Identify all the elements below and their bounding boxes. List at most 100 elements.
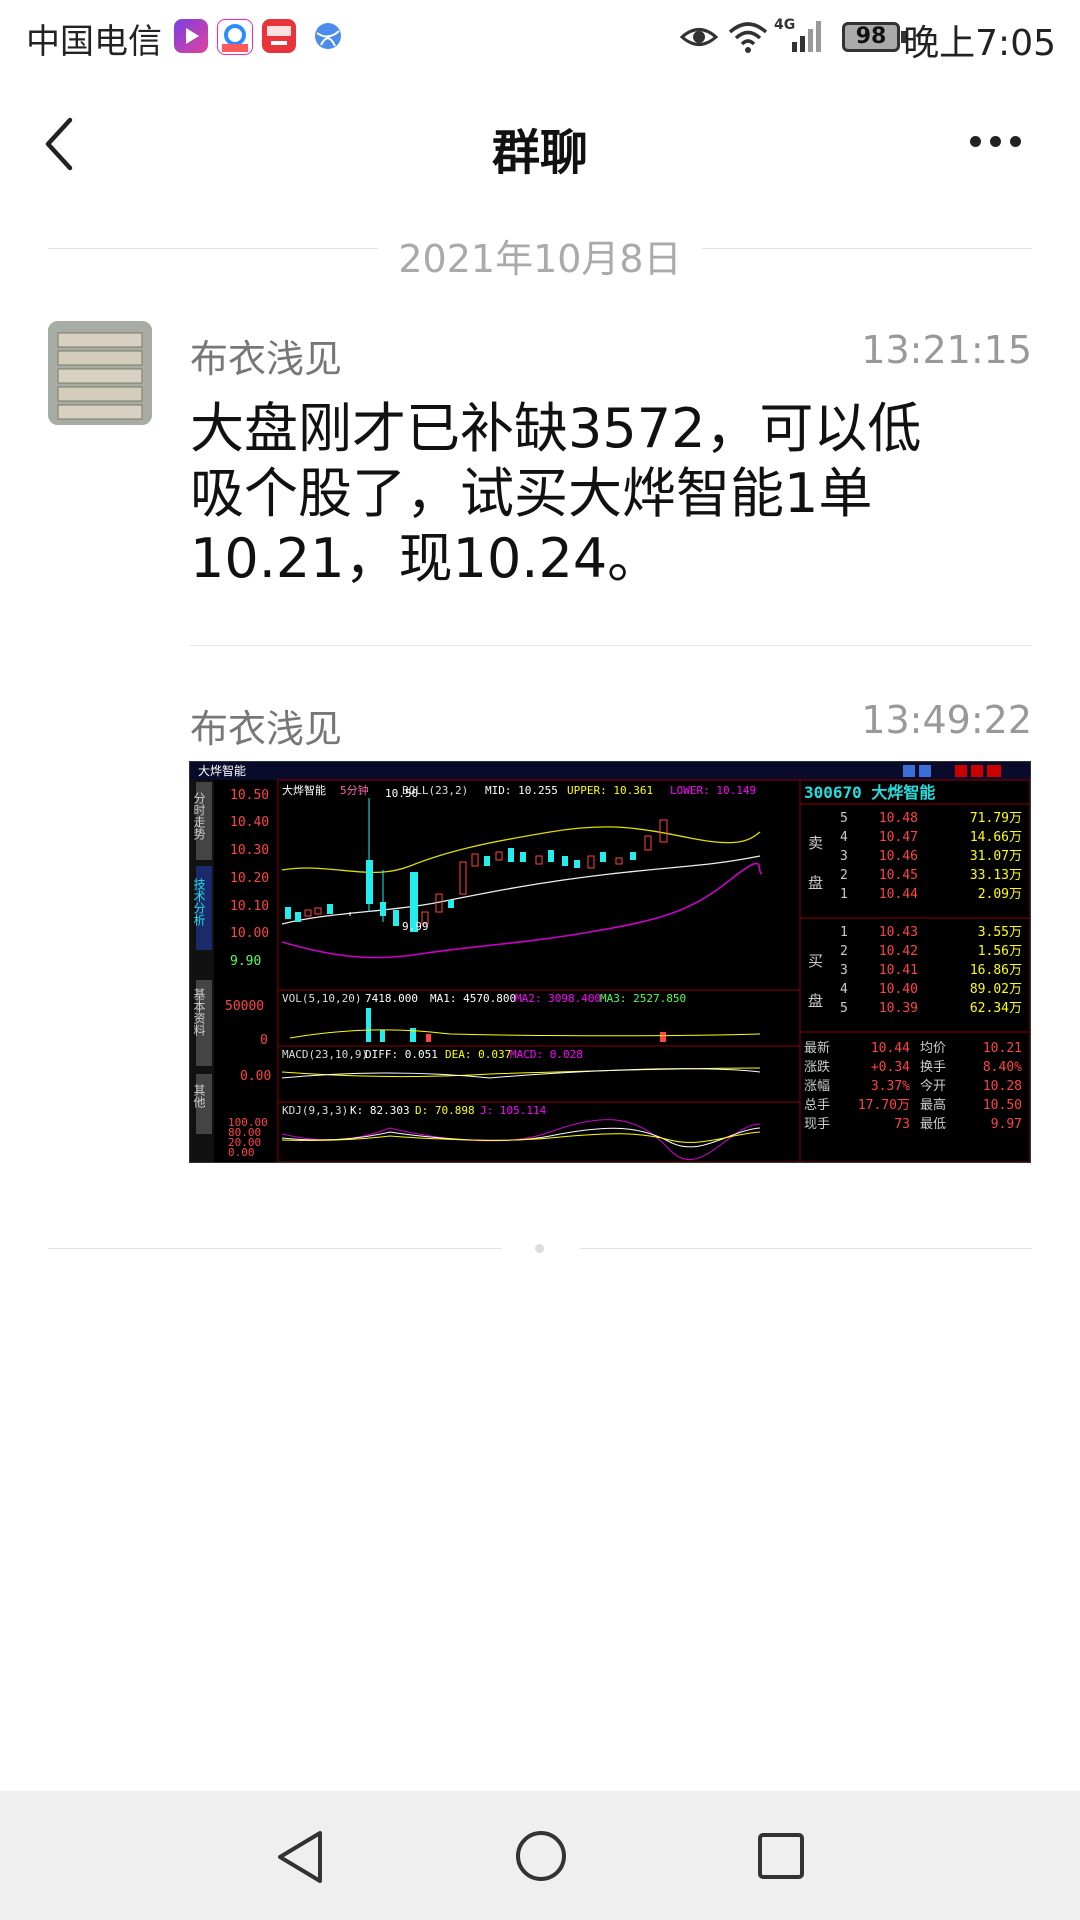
stat-v1: 3.37% (871, 1079, 910, 1094)
vol-tick: 50000 (225, 999, 264, 1014)
buy-label: 买 (808, 952, 823, 970)
stat-l1: 最新 (804, 1040, 830, 1056)
boll-lower: LOWER: 10.149 (670, 784, 756, 797)
macd-value: MACD: 0.028 (510, 1048, 583, 1061)
stat-v2: 10.50 (983, 1098, 1022, 1113)
stat-l2: 最低 (920, 1117, 946, 1132)
buy-row-n: 5 (840, 1001, 848, 1016)
sell-row-p: 10.44 (879, 887, 918, 902)
stat-l2: 均价 (920, 1041, 946, 1056)
buy-row-n: 4 (840, 982, 848, 997)
kdj-j: J: 105.114 (480, 1104, 547, 1117)
vol-tick: 0 (260, 1033, 268, 1048)
sender-name: 布衣浅见 (190, 337, 343, 381)
price-tick: 10.40 (230, 815, 269, 830)
date-separator-line-left (48, 248, 378, 249)
stat-v1: 73 (894, 1117, 910, 1132)
kdj-tick: 0.00 (228, 1146, 255, 1159)
sell-row-v: 33.13万 (970, 868, 1022, 883)
message-time: 13:21:15 (861, 328, 1032, 372)
recents-square-icon[interactable] (756, 1831, 806, 1885)
buy-row-p: 10.42 (879, 944, 918, 959)
list-end-dot (535, 1244, 544, 1253)
stat-v2: 10.21 (983, 1041, 1022, 1056)
stat-v1: 10.44 (871, 1041, 910, 1056)
sell-row-p: 10.47 (879, 830, 918, 845)
sell-label: 盘 (808, 874, 823, 892)
stat-l1: 现手 (804, 1117, 830, 1132)
clock: 晚上7:05 (903, 23, 1056, 64)
message-divider (190, 645, 1032, 646)
avatar[interactable] (48, 321, 152, 425)
browser-app-icon (217, 19, 253, 55)
chart-window-title: 大烨智能 (198, 763, 246, 778)
stat-l2: 换手 (920, 1060, 946, 1075)
back-triangle-icon[interactable] (274, 1829, 326, 1889)
kdj-d: D: 70.898 (415, 1104, 475, 1117)
chart-period: 5分钟 (340, 783, 369, 797)
stat-v2: 8.40% (983, 1060, 1022, 1075)
buy-row-v: 89.02万 (970, 982, 1022, 997)
date-separator: 2021年10月8日 (398, 237, 682, 281)
vol-ma1: MA1: 4570.800 (430, 992, 516, 1005)
pay-app-icon (262, 19, 296, 53)
buy-row-v: 3.55万 (978, 925, 1022, 940)
page-title: 群聊 (491, 125, 588, 181)
sell-row-n: 2 (840, 868, 848, 883)
more-icon[interactable] (968, 130, 1024, 154)
stat-l1: 涨幅 (804, 1079, 830, 1094)
buy-row-p: 10.40 (879, 982, 918, 997)
date-separator-line-right (702, 248, 1032, 249)
stock-chart-image[interactable]: 大烨智能 分时走势 技术分析 基本资料 其他 大烨智能 5分钟 BOLL(23,… (189, 761, 1031, 1163)
sell-row-n: 4 (840, 830, 848, 845)
vol-ma2: MA2: 3098.400 (515, 992, 601, 1005)
side-tab: 技术分析 (192, 878, 206, 927)
vol-value: 7418.000 (365, 992, 418, 1005)
buy-row-v: 62.34万 (970, 1001, 1022, 1016)
sell-row-p: 10.48 (879, 811, 918, 826)
price-tick: 10.10 (230, 899, 269, 914)
sell-row-v: 14.66万 (970, 830, 1022, 845)
price-tick: 10.50 (230, 788, 269, 803)
low-label: 9.99 (402, 920, 429, 933)
buy-row-n: 1 (840, 925, 848, 940)
side-tab: 分时走势 (192, 792, 206, 840)
macd-tick: 0.00 (240, 1069, 271, 1084)
buy-row-v: 1.56万 (978, 944, 1022, 959)
macd-diff: DIFF: 0.051 (365, 1048, 438, 1061)
status-bar: 中国电信 4G 98 晚上7:05 (0, 0, 1080, 76)
message-text[interactable]: 大盘刚才已补缺3572，可以低 吸个股了，试买大烨智能1单 10.21，现10.… (190, 396, 1010, 591)
price-tick: 10.20 (230, 871, 269, 886)
buy-row-p: 10.39 (879, 1001, 918, 1016)
stat-v1: 17.70万 (858, 1098, 910, 1113)
price-tick: 9.90 (230, 954, 261, 969)
kdj-k: K: 82.303 (350, 1104, 410, 1117)
stat-v1: +0.34 (871, 1060, 910, 1075)
sell-row-v: 2.09万 (978, 887, 1022, 902)
price-tick: 10.00 (230, 926, 269, 941)
signal-icon (788, 18, 828, 58)
battery-icon: 98 (842, 22, 900, 52)
side-tab: 基本资料 (192, 988, 206, 1036)
macd-dea: DEA: 0.037 (445, 1048, 511, 1061)
sell-row-n: 1 (840, 887, 848, 902)
home-circle-icon[interactable] (514, 1829, 568, 1887)
sell-row-p: 10.45 (879, 868, 918, 883)
buy-label: 盘 (808, 992, 823, 1010)
stat-l1: 总手 (804, 1098, 830, 1113)
buy-row-n: 3 (840, 963, 848, 978)
stat-l2: 最高 (920, 1097, 946, 1113)
sell-row-v: 31.07万 (970, 849, 1022, 864)
stat-l1: 涨跌 (804, 1059, 830, 1075)
globe-app-icon (311, 19, 345, 53)
stat-l2: 今开 (920, 1078, 946, 1094)
message-line: 10.21，现10.24。 (190, 527, 662, 590)
sell-row-v: 71.79万 (970, 811, 1022, 826)
price-tick: 10.30 (230, 843, 269, 858)
sell-label: 卖 (808, 834, 823, 852)
sender-name: 布衣浅见 (190, 707, 343, 751)
eye-icon (679, 22, 719, 56)
sell-row-n: 3 (840, 849, 848, 864)
stat-v2: 10.28 (983, 1079, 1022, 1094)
buy-row-p: 10.41 (879, 963, 918, 978)
